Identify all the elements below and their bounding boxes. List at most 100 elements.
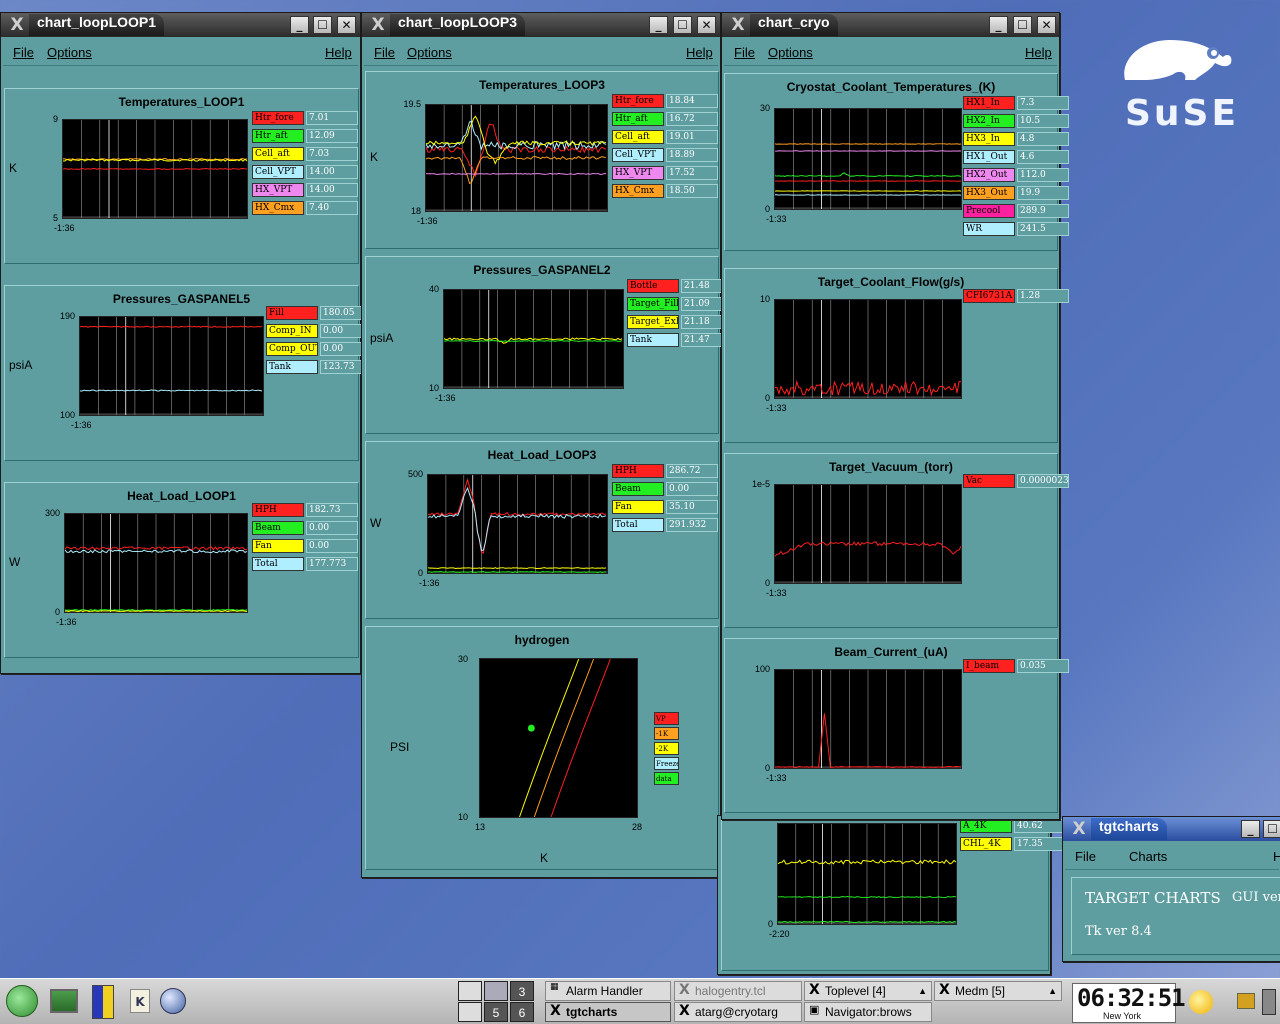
minimize-button[interactable]: _	[290, 16, 309, 34]
pager-desktop-6[interactable]: 6	[510, 1002, 534, 1022]
legend-swatch-label[interactable]: Bottle	[627, 279, 679, 293]
legend-swatch-label[interactable]: HX_Cmx	[612, 184, 664, 198]
legend-swatch-label[interactable]: Htr_aft	[612, 112, 664, 126]
charts-menu[interactable]: Charts	[1129, 849, 1167, 864]
legend-swatch-label[interactable]: Htr_fore	[612, 94, 664, 108]
task-atarg[interactable]: Xatarg@cryotarg	[674, 1002, 802, 1022]
task-navigator[interactable]: ▣ Navigator:brows	[804, 1002, 932, 1022]
legend-swatch-label[interactable]: HX1_In	[963, 96, 1015, 110]
konqueror-icon[interactable]: K	[130, 989, 150, 1013]
legend-swatch-label[interactable]: HX3_Out	[963, 186, 1015, 200]
home-icon[interactable]	[92, 985, 114, 1019]
legend-swatch-label[interactable]: VP	[654, 712, 679, 725]
x-logo-icon[interactable]: X	[368, 15, 388, 35]
close-button[interactable]: ✕	[337, 16, 356, 34]
legend-swatch-label[interactable]: CHL_4K	[960, 837, 1012, 851]
file-menu[interactable]: File	[734, 45, 755, 60]
legend-swatch-label[interactable]: HPH	[252, 503, 304, 517]
x-logo-icon[interactable]: X	[728, 15, 748, 35]
legend-swatch-label[interactable]: HX3_In	[963, 132, 1015, 146]
browser-globe-icon[interactable]	[160, 988, 186, 1014]
help-menu[interactable]: Help	[1025, 45, 1052, 60]
titlebar[interactable]: X chart_cryo _ ☐ ✕	[722, 13, 1059, 37]
chevron-up-icon[interactable]: ▲	[918, 982, 927, 1000]
legend-swatch-label[interactable]: Tank	[266, 360, 318, 374]
legend-swatch-label[interactable]: -1K	[654, 727, 679, 740]
legend-swatch-label[interactable]: HPH	[612, 464, 664, 478]
legend-swatch-label[interactable]: HX_Cmx	[252, 201, 304, 215]
legend-swatch-label[interactable]: Comp_OUT	[266, 342, 318, 356]
task-medm[interactable]: X Medm [5] ▲	[934, 981, 1062, 1001]
maximize-button[interactable]: ☐	[1013, 16, 1032, 34]
suse-menu-icon[interactable]	[6, 985, 38, 1017]
legend-swatch-label[interactable]: A_4K	[960, 819, 1012, 833]
x-logo-icon[interactable]: X	[7, 15, 27, 35]
weather-sun-icon[interactable]	[1189, 990, 1213, 1014]
help-menu[interactable]: Help	[325, 45, 352, 60]
legend-swatch-label[interactable]: Fill	[266, 306, 318, 320]
titlebar[interactable]: X tgtcharts _ ☐	[1063, 817, 1280, 841]
legend-swatch-label[interactable]: HX2_In	[963, 114, 1015, 128]
pager-desktop-1[interactable]	[458, 981, 482, 1001]
legend-swatch-label[interactable]: HX2_Out	[963, 168, 1015, 182]
pager-desktop-5[interactable]: 5	[484, 1002, 508, 1022]
pager-desktop-4[interactable]	[458, 1002, 482, 1022]
maximize-button[interactable]: ☐	[1263, 820, 1280, 838]
options-menu[interactable]: Options	[768, 45, 813, 60]
options-menu[interactable]: Options	[47, 45, 92, 60]
legend-swatch-label[interactable]: data	[654, 772, 679, 785]
legend-swatch-label[interactable]: Fan	[252, 539, 304, 553]
legend-swatch-label[interactable]: -2K	[654, 742, 679, 755]
legend-swatch-label[interactable]: Htr_fore	[252, 111, 304, 125]
legend-swatch-label[interactable]: HX1_Out	[963, 150, 1015, 164]
legend-swatch-label[interactable]: Fan	[612, 500, 664, 514]
task-tgtcharts[interactable]: Xtgtcharts	[545, 1002, 671, 1022]
clock[interactable]: 06:32:51 New York	[1072, 983, 1186, 1023]
legend-swatch-label[interactable]: Cell_aft	[612, 130, 664, 144]
file-menu[interactable]: File	[13, 45, 34, 60]
pager-desktop-2[interactable]	[484, 981, 508, 1001]
titlebar[interactable]: X chart_loopLOOP1 _ ☐ ✕	[1, 13, 360, 37]
legend-swatch-label[interactable]: CFI6731A	[963, 289, 1015, 303]
help-menu[interactable]: H	[1273, 849, 1280, 864]
task-toplevel[interactable]: X Toplevel [4] ▲	[804, 981, 932, 1001]
task-halogentry[interactable]: Xhalogentry.tcl	[674, 981, 802, 1001]
minimize-button[interactable]: _	[989, 16, 1008, 34]
legend-swatch-label[interactable]: Comp_IN	[266, 324, 318, 338]
legend-swatch-label[interactable]: Cell_VPT	[612, 148, 664, 162]
maximize-button[interactable]: ☐	[313, 16, 332, 34]
legend-swatch-label[interactable]: Htr_aft	[252, 129, 304, 143]
desktop-icon[interactable]	[50, 989, 78, 1013]
legend-swatch-label[interactable]: Beam	[612, 482, 664, 496]
titlebar[interactable]: X chart_loopLOOP3 _ ☐ ✕	[362, 13, 720, 37]
legend-swatch-label[interactable]: Target_Exh	[627, 315, 679, 329]
legend-swatch-label[interactable]: WR	[963, 222, 1015, 236]
legend-swatch-label[interactable]: Vac	[963, 474, 1015, 488]
minimize-button[interactable]: _	[649, 16, 668, 34]
legend-swatch-label[interactable]: Precool	[963, 204, 1015, 218]
close-button[interactable]: ✕	[1037, 16, 1056, 34]
legend-swatch-label[interactable]: Cell_aft	[252, 147, 304, 161]
logout-icon[interactable]	[1262, 989, 1276, 1015]
legend-swatch-label[interactable]: Freeze	[654, 757, 679, 770]
legend-swatch-label[interactable]: Cell_VPT	[252, 165, 304, 179]
lock-icon[interactable]	[1237, 993, 1255, 1009]
legend-swatch-label[interactable]: Total	[252, 557, 304, 571]
legend-swatch-label[interactable]: Total	[612, 518, 664, 532]
task-alarm-handler[interactable]: ▦ Alarm Handler	[545, 981, 671, 1001]
legend-swatch-label[interactable]: Target_Fill	[627, 297, 679, 311]
legend-swatch-label[interactable]: HX_VPT	[612, 166, 664, 180]
legend-swatch-label[interactable]: I_beam	[963, 659, 1015, 673]
x-logo-icon[interactable]: X	[1069, 819, 1089, 839]
pager-desktop-3[interactable]: 3	[510, 981, 534, 1001]
close-button[interactable]: ✕	[697, 16, 716, 34]
chevron-up-icon[interactable]: ▲	[1048, 982, 1057, 1000]
legend-swatch-label[interactable]: HX_VPT	[252, 183, 304, 197]
file-menu[interactable]: File	[1075, 849, 1096, 864]
legend-swatch-label[interactable]: Tank	[627, 333, 679, 347]
minimize-button[interactable]: _	[1241, 820, 1260, 838]
help-menu[interactable]: Help	[686, 45, 713, 60]
options-menu[interactable]: Options	[407, 45, 452, 60]
maximize-button[interactable]: ☐	[673, 16, 692, 34]
file-menu[interactable]: File	[374, 45, 395, 60]
